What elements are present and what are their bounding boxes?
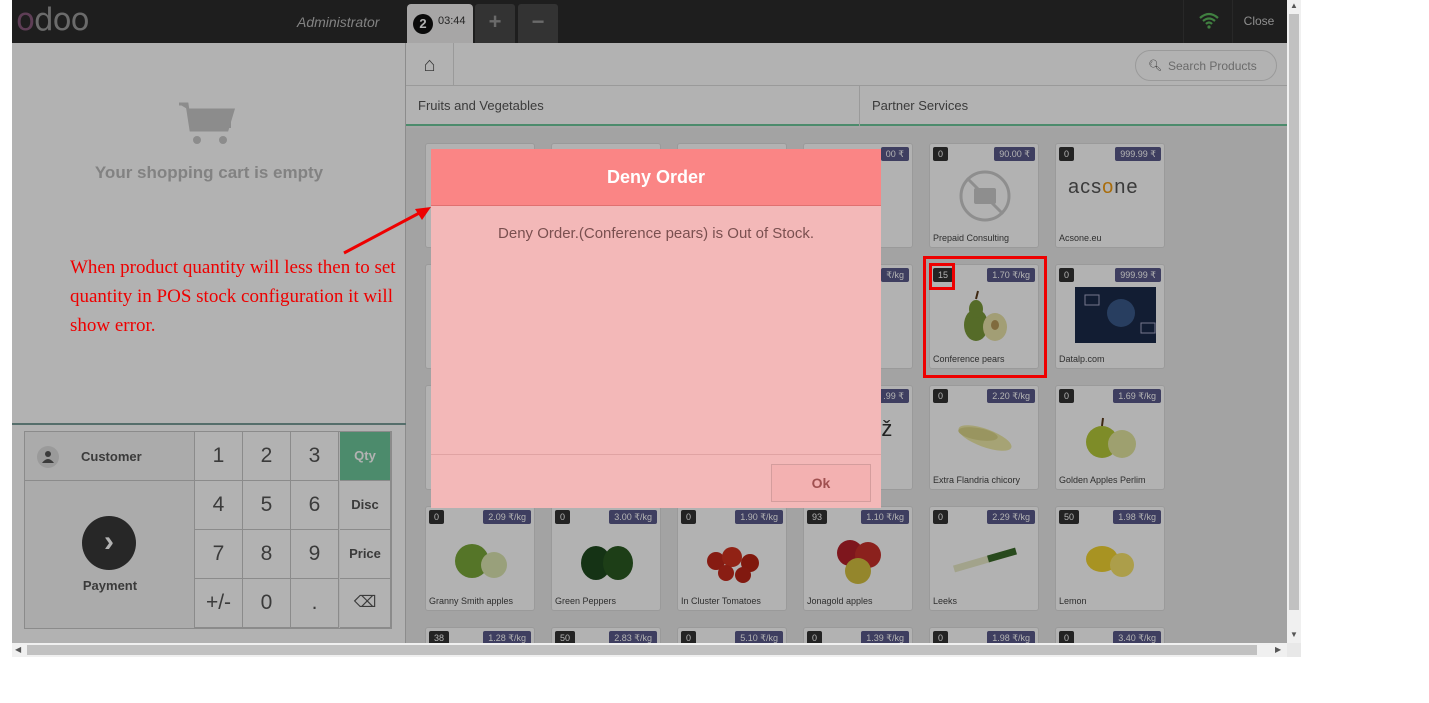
horizontal-scrollbar-thumb[interactable] [27, 645, 1257, 655]
annotation-highlight-qty [929, 263, 955, 290]
annotation-text: When product quantity will less then to … [70, 257, 396, 336]
scroll-down-icon[interactable]: ▼ [1290, 630, 1298, 639]
ok-button[interactable]: Ok [771, 464, 871, 502]
scroll-left-icon[interactable]: ◀ [15, 645, 21, 654]
scroll-corner [1287, 643, 1301, 657]
vertical-scrollbar[interactable]: ▲ ▼ [1287, 0, 1301, 643]
vertical-scrollbar-thumb[interactable] [1289, 14, 1299, 610]
pos-window: odoo Administrator 2 03:44 + − Close You… [12, 0, 1287, 643]
dialog-header: Deny Order [431, 149, 881, 206]
horizontal-scrollbar[interactable]: ◀ ▶ [12, 643, 1287, 657]
annotation-arrow-icon [343, 207, 431, 255]
scroll-up-icon[interactable]: ▲ [1290, 1, 1298, 10]
deny-order-dialog: Deny Order Deny Order.(Conference pears)… [431, 149, 881, 508]
dialog-title: Deny Order [606, 167, 706, 187]
dialog-message: Deny Order.(Conference pears) is Out of … [498, 225, 814, 242]
scroll-right-icon[interactable]: ▶ [1275, 645, 1281, 654]
dialog-footer-divider [431, 454, 881, 455]
